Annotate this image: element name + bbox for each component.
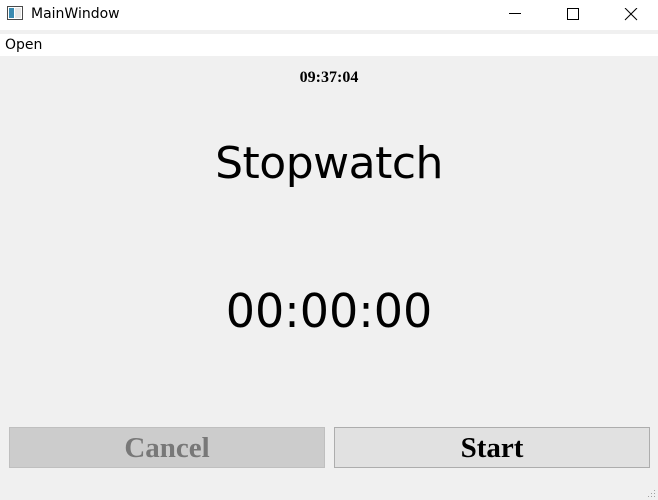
current-time-label: 09:37:04 [299, 69, 359, 86]
minimize-button[interactable] [486, 0, 544, 30]
start-button[interactable]: Start [334, 427, 650, 468]
resize-grip-icon[interactable] [648, 490, 656, 498]
maximize-button[interactable] [544, 0, 602, 30]
cancel-button[interactable]: Cancel [9, 427, 325, 468]
app-window-icon [7, 6, 23, 20]
maximize-icon [567, 8, 579, 20]
title-bar[interactable]: MainWindow [0, 0, 658, 30]
central-widget: 09:37:04 Stopwatch 00:00:00 Cancel Start [0, 56, 658, 500]
close-icon [624, 8, 638, 21]
window-title: MainWindow [31, 6, 120, 22]
elapsed-time-display: 00:00:00 [225, 284, 433, 338]
close-button[interactable] [602, 0, 658, 30]
page-title: Stopwatch [215, 138, 443, 189]
menu-item-open[interactable]: Open [5, 37, 42, 54]
minimize-icon [509, 13, 521, 14]
menu-bar: Open [0, 34, 658, 56]
main-window: MainWindow Open 09:37:04 Stopwatch 00:00… [0, 0, 658, 500]
